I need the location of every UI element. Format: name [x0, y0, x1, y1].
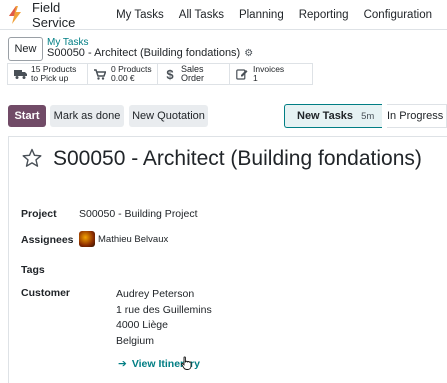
customer-label: Customer — [21, 287, 71, 299]
invoices-count: 1 — [253, 73, 258, 83]
products-cart-amount: 0.00 € — [111, 73, 135, 83]
assignees-label: Assignees — [21, 234, 74, 246]
products-pick-label: to Pick up — [31, 73, 69, 83]
menu-item-my-tasks[interactable]: My Tasks — [116, 9, 164, 21]
cart-icon — [93, 68, 107, 80]
smart-buttons: 15 Products to Pick up 0 Products 0.00 € $… — [7, 63, 313, 85]
dollar-icon: $ — [166, 66, 174, 82]
breadcrumb-current: S00050 - Architect (Building fondations)… — [47, 47, 253, 59]
customer-name: Audrey Peterson — [116, 288, 195, 300]
stage-new-tasks-label: New Tasks — [297, 110, 354, 122]
hand-cursor-icon — [181, 356, 192, 370]
form-sheet: S00050 - Architect (Building fondations)… — [8, 136, 447, 383]
breadcrumb-current-label: S00050 - Architect (Building fondations) — [47, 47, 241, 59]
menu-item-reporting[interactable]: Reporting — [299, 9, 349, 21]
field-service-logo-icon[interactable] — [8, 5, 24, 25]
start-button[interactable]: Start — [8, 105, 46, 127]
customer-address[interactable]: Audrey Peterson 1 rue des Guillemins 400… — [116, 287, 212, 349]
top-navbar: Field Service My Tasks All Tasks Plannin… — [0, 0, 447, 30]
control-panel: New My Tasks S00050 - Architect (Buildin… — [0, 30, 447, 93]
customer-street: 1 rue des Guillemins — [116, 303, 212, 316]
arrow-right-icon: ➔ — [118, 358, 127, 370]
main-menu: My Tasks All Tasks Planning Reporting Co… — [116, 9, 447, 21]
products-cart-button[interactable]: 0 Products 0.00 € — [88, 64, 158, 84]
favorite-star-icon[interactable] — [22, 148, 42, 168]
assignee-tag[interactable]: Mathieu Belvaux — [98, 234, 168, 245]
tags-label: Tags — [21, 264, 45, 276]
truck-icon — [13, 69, 27, 79]
app-name[interactable]: Field Service — [32, 0, 99, 30]
customer-country: Belgium — [116, 334, 154, 347]
menu-item-planning[interactable]: Planning — [239, 9, 284, 21]
gear-icon[interactable]: ⚙ — [244, 48, 253, 59]
task-title[interactable]: S00050 - Architect (Building fondations) — [53, 146, 433, 172]
new-quotation-button[interactable]: New Quotation — [129, 105, 208, 127]
avatar — [79, 231, 95, 247]
mark-as-done-button[interactable]: Mark as done — [50, 105, 124, 127]
sales-order-button[interactable]: $ Sales Order — [158, 64, 230, 84]
edit-icon — [235, 68, 249, 80]
project-field[interactable]: S00050 - Building Project — [79, 208, 198, 220]
stage-in-progress[interactable]: In Progress — [387, 104, 447, 128]
menu-item-all-tasks[interactable]: All Tasks — [179, 9, 224, 21]
project-label: Project — [21, 208, 57, 220]
stage-time-in-stage: 5m — [361, 110, 375, 122]
menu-item-configuration[interactable]: Configuration — [364, 9, 432, 21]
new-button[interactable]: New — [8, 37, 43, 61]
stage-pipeline: New Tasks 5m In Progress — [284, 104, 447, 128]
sales-order-label: Sales Order — [181, 64, 205, 83]
products-to-pick-up-button[interactable]: 15 Products to Pick up — [8, 64, 88, 84]
stage-new-tasks[interactable]: New Tasks 5m — [284, 104, 382, 128]
invoices-button[interactable]: Invoices 1 — [230, 64, 312, 84]
customer-city: 4000 Liège — [116, 319, 168, 331]
form-statusbar: Start Mark as done New Quotation New Tas… — [0, 100, 447, 132]
